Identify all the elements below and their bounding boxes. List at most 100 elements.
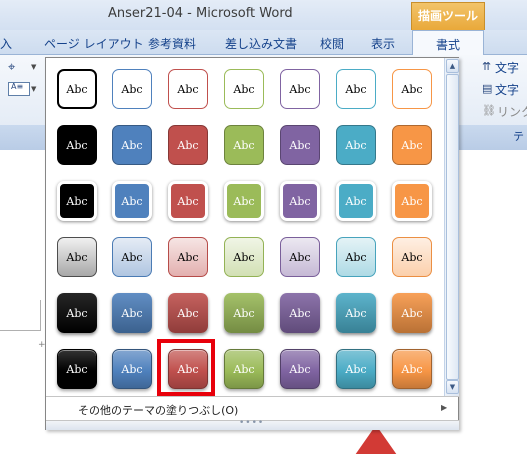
shape-style-tile[interactable]: Abc — [168, 69, 208, 109]
tile-label: Abc — [233, 250, 255, 264]
shape-style-tile[interactable]: Abc — [224, 349, 264, 389]
tile-label: Abc — [66, 138, 88, 152]
scroll-thumb[interactable] — [446, 74, 459, 380]
shape-style-tile[interactable]: Abc — [392, 237, 432, 277]
tile-label: Abc — [401, 138, 423, 152]
shape-style-tile[interactable]: Abc — [280, 69, 320, 109]
tile-label: Abc — [121, 194, 143, 208]
shape-style-tile[interactable]: Abc — [392, 293, 432, 333]
shape-style-tile[interactable]: Abc — [57, 69, 97, 109]
shape-style-tile[interactable]: Abc — [224, 237, 264, 277]
tab-insert[interactable]: 入 — [0, 35, 12, 52]
page-margin-line — [40, 300, 41, 331]
tile-label: Abc — [401, 362, 423, 376]
tile-label: Abc — [177, 250, 199, 264]
create-link-button: リンク — [497, 105, 527, 119]
shape-style-tile[interactable]: Abc — [57, 293, 97, 333]
shape-style-tile[interactable]: Abc — [112, 349, 152, 389]
drawing-tools-context-group: 描画ツール — [411, 2, 485, 30]
resize-grip[interactable]: •••• — [46, 418, 459, 430]
grip-dots: •••• — [239, 418, 265, 428]
shape-style-tile[interactable]: Abc — [168, 125, 208, 165]
text-direction-button[interactable]: 文字 — [495, 59, 519, 76]
scroll-down-button[interactable]: ▼ — [446, 380, 459, 394]
text-group-label: テ — [513, 130, 524, 143]
tile-label: Abc — [233, 82, 255, 96]
tile-label: Abc — [233, 306, 255, 320]
selection-highlight — [157, 339, 215, 396]
tile-label: Abc — [177, 138, 199, 152]
tile-label: Abc — [345, 306, 367, 320]
shape-style-tile[interactable]: Abc — [336, 349, 376, 389]
shape-style-tile[interactable]: Abc — [168, 293, 208, 333]
shape-style-tile[interactable]: Abc — [280, 181, 320, 221]
tile-label: Abc — [345, 138, 367, 152]
tile-label: Abc — [401, 194, 423, 208]
tile-label: Abc — [233, 138, 255, 152]
tab-review[interactable]: 校閲 — [320, 35, 344, 52]
tile-label: Abc — [289, 138, 311, 152]
context-group-label: 描画ツール — [417, 9, 478, 23]
tile-label: Abc — [233, 362, 255, 376]
shape-style-tile[interactable]: Abc — [57, 125, 97, 165]
text-box-icon[interactable]: A≡ — [8, 82, 30, 96]
shape-style-tile[interactable]: Abc — [280, 349, 320, 389]
shape-style-tile[interactable]: Abc — [280, 125, 320, 165]
shape-style-tile[interactable]: Abc — [57, 237, 97, 277]
shape-style-tile[interactable]: Abc — [112, 69, 152, 109]
page-margin-line — [0, 330, 40, 331]
shape-style-tile[interactable]: Abc — [336, 69, 376, 109]
gallery-scrollbar[interactable]: ▲ ▼ — [444, 58, 459, 396]
shape-style-tile[interactable]: Abc — [112, 181, 152, 221]
menu-divider — [46, 396, 459, 397]
align-text-button[interactable]: 文字 — [495, 81, 519, 98]
shape-style-tile[interactable]: Abc — [280, 237, 320, 277]
shape-style-tile[interactable]: Abc — [392, 349, 432, 389]
tile-label: Abc — [345, 82, 367, 96]
shape-style-tile[interactable]: Abc — [336, 181, 376, 221]
tile-label: Abc — [66, 306, 88, 320]
tile-label: Abc — [345, 250, 367, 264]
chevron-down-icon[interactable]: ▼ — [31, 63, 36, 71]
tab-page-layout[interactable]: ページ レイアウト — [44, 35, 144, 52]
tile-label: Abc — [121, 138, 143, 152]
shape-style-tile[interactable]: Abc — [392, 69, 432, 109]
shape-style-tile[interactable]: Abc — [224, 125, 264, 165]
align-text-icon[interactable]: ▤ — [482, 82, 492, 95]
chevron-down-icon[interactable]: ▼ — [31, 85, 36, 93]
shape-style-tile[interactable]: Abc — [392, 181, 432, 221]
shape-style-tile[interactable]: Abc — [112, 125, 152, 165]
shape-style-tile[interactable]: Abc — [168, 237, 208, 277]
tile-label: Abc — [401, 306, 423, 320]
shape-style-tile[interactable]: Abc — [224, 181, 264, 221]
tab-format-label: 書式 — [435, 38, 460, 52]
style-grid: Abc Abc Abc Abc Abc Abc Abc Abc Abc Abc Abc Abc Abc A… — [46, 58, 444, 396]
scroll-up-button[interactable]: ▲ — [446, 59, 459, 73]
shape-style-tile[interactable]: Abc — [392, 125, 432, 165]
tile-label: Abc — [233, 194, 255, 208]
tile-label: Abc — [345, 194, 367, 208]
tab-references[interactable]: 参考資料 — [148, 35, 196, 52]
tile-label: Abc — [121, 306, 143, 320]
tab-view[interactable]: 表示 — [371, 35, 395, 52]
shape-style-tile[interactable]: Abc — [224, 69, 264, 109]
shape-style-tile[interactable]: Abc — [112, 293, 152, 333]
edit-shape-icon[interactable]: ⌖ — [8, 60, 28, 76]
tab-mailings[interactable]: 差し込み文書 — [225, 35, 297, 52]
other-theme-fills-menu-item[interactable]: その他のテーマの塗りつぶし(O) ▶ — [46, 398, 459, 420]
tab-format[interactable]: 書式 — [412, 30, 484, 56]
shape-style-tile[interactable]: Abc — [336, 237, 376, 277]
shape-style-tile[interactable]: Abc — [224, 293, 264, 333]
shape-style-tile[interactable]: Abc — [57, 349, 97, 389]
text-direction-icon[interactable]: ⇈ — [482, 60, 491, 73]
shape-style-tile[interactable]: Abc — [336, 293, 376, 333]
tile-label: Abc — [289, 306, 311, 320]
shape-style-tile[interactable]: Abc — [112, 237, 152, 277]
tile-label: Abc — [66, 362, 88, 376]
tile-label: Abc — [177, 194, 199, 208]
shape-style-tile[interactable]: Abc — [168, 181, 208, 221]
shape-style-tile[interactable]: Abc — [280, 293, 320, 333]
tile-label: Abc — [121, 362, 143, 376]
shape-style-tile[interactable]: Abc — [57, 181, 97, 221]
shape-style-tile[interactable]: Abc — [336, 125, 376, 165]
